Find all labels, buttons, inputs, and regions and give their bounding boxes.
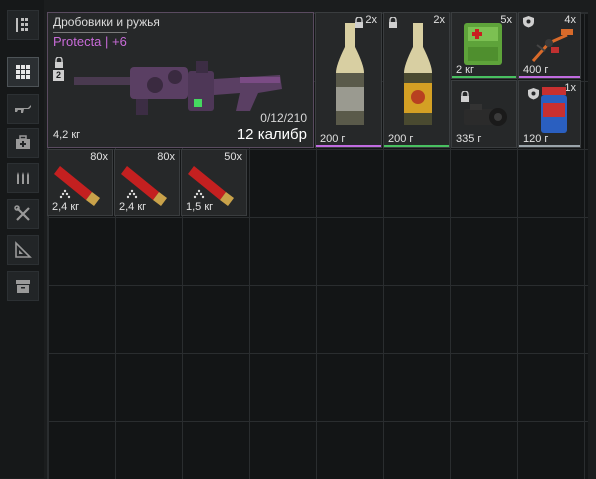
drone-icon bbox=[531, 29, 573, 62]
weapon-ammo-count: 0/12/210 bbox=[260, 111, 307, 125]
item-slot-shells-3[interactable]: 50x 1,5 кг bbox=[181, 149, 247, 216]
item-slot-shells-2[interactable]: 80x 2,4 кг bbox=[114, 149, 180, 216]
weapon-slot[interactable]: Дробовики и ружья Protecta | +6 2 4,2 кг… bbox=[47, 12, 314, 148]
item-weight: 200 г bbox=[388, 133, 414, 145]
tools-icon bbox=[14, 205, 30, 221]
category-all-button[interactable] bbox=[7, 57, 39, 87]
shotgun-shell-icon bbox=[54, 166, 100, 206]
item-slot-drone[interactable]: 4x 400 г bbox=[518, 12, 581, 79]
item-weight: 1,5 кг bbox=[186, 201, 214, 213]
weapon-weight: 4,2 кг bbox=[53, 129, 81, 141]
category-ammo-button[interactable] bbox=[7, 163, 39, 193]
rifle-icon bbox=[15, 105, 31, 113]
crate-icon bbox=[16, 280, 30, 293]
category-weapons-button[interactable] bbox=[7, 94, 39, 124]
ruler-icon bbox=[15, 241, 32, 258]
item-weight: 400 г bbox=[523, 64, 549, 76]
champagne-bottle-icon bbox=[336, 23, 364, 125]
item-weight: 335 г bbox=[456, 133, 482, 145]
camera-icon bbox=[464, 104, 507, 126]
lock-icon bbox=[389, 17, 397, 28]
category-sidebar bbox=[0, 0, 44, 478]
weapon-name: Protecta | +6 bbox=[53, 32, 127, 49]
item-slot-medkit[interactable]: 5x 2 кг bbox=[451, 12, 517, 79]
sort-button[interactable] bbox=[7, 10, 39, 40]
rarity-bar bbox=[316, 145, 381, 147]
grid-icon bbox=[16, 65, 30, 79]
item-weight: 200 г bbox=[320, 133, 346, 145]
category-medical-button[interactable] bbox=[7, 128, 39, 158]
rarity-bar bbox=[519, 145, 580, 147]
item-slot-shells-1[interactable]: 80x 2,4 кг bbox=[47, 149, 113, 216]
item-slot-champagne-2[interactable]: 2x 200 г bbox=[383, 12, 450, 148]
item-slot-jar[interactable]: 1x 120 г bbox=[518, 80, 581, 148]
rarity-bar bbox=[519, 76, 580, 78]
item-weight: 2,4 кг bbox=[52, 201, 80, 213]
item-slot-champagne-1[interactable]: 2x 200 г bbox=[315, 12, 382, 148]
champagne-bottle-icon bbox=[404, 23, 432, 125]
medkit-bag-icon bbox=[464, 23, 502, 65]
item-slot-camera[interactable]: 335 г bbox=[451, 80, 517, 148]
item-weight: 2 кг bbox=[456, 64, 474, 76]
ammo-icon bbox=[17, 172, 29, 184]
category-storage-button[interactable] bbox=[7, 271, 39, 301]
item-weight: 120 г bbox=[523, 133, 549, 145]
lock-icon bbox=[55, 57, 63, 68]
shotgun-shell-icon bbox=[121, 166, 167, 206]
medkit-icon bbox=[16, 135, 30, 149]
item-weight: 2,4 кг bbox=[119, 201, 147, 213]
category-parts-button[interactable] bbox=[7, 235, 39, 265]
shotgun-shell-icon bbox=[188, 166, 234, 206]
sort-icon bbox=[16, 18, 28, 32]
weapon-caliber: 12 калибр bbox=[236, 126, 307, 143]
category-tools-button[interactable] bbox=[7, 199, 39, 229]
rarity-bar bbox=[452, 76, 516, 78]
weapon-level-badge: 2 bbox=[53, 70, 64, 81]
rarity-bar bbox=[384, 145, 449, 147]
weapon-category: Дробовики и ружья bbox=[53, 15, 160, 29]
jar-icon bbox=[541, 87, 567, 133]
